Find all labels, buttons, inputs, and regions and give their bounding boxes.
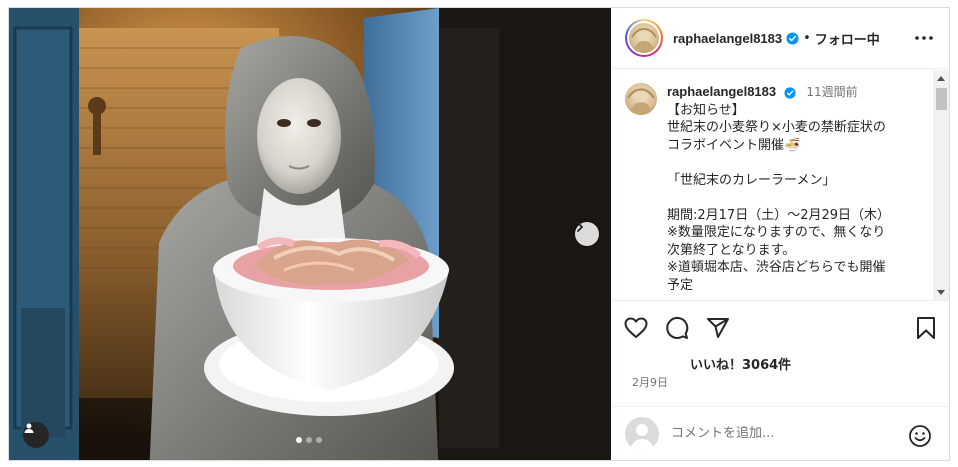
caption-line: 世紀末の小麦祭り×小麦の禁断症状の xyxy=(667,120,886,135)
bookmark-icon xyxy=(917,317,935,339)
more-options-button[interactable] xyxy=(912,28,936,48)
chevron-right-icon xyxy=(577,222,583,232)
likes-count[interactable]: いいね！3064件 xyxy=(690,354,791,373)
post-caption: raphaelangel8183 11週間前 【お知らせ】 世紀末の小麦祭り×小… xyxy=(625,83,925,294)
caption-line: 期間:2月17日（土）～2月29日（木） xyxy=(667,207,891,223)
post-side-panel: raphaelangel8183 • フォロー中 raphaelangel818… xyxy=(612,8,949,460)
tagged-users-button[interactable] xyxy=(23,422,49,448)
scrollbar-thumb[interactable] xyxy=(936,88,947,110)
save-button[interactable] xyxy=(912,314,940,342)
share-button[interactable] xyxy=(704,314,732,342)
post-date[interactable]: 2月9日 xyxy=(632,374,668,390)
caption-timestamp[interactable]: 11週間前 xyxy=(806,85,857,99)
post-photo[interactable] xyxy=(9,8,611,460)
header-separator: • xyxy=(803,30,811,46)
author-avatar[interactable] xyxy=(625,19,663,57)
avatar-image xyxy=(631,27,657,53)
following-button[interactable]: フォロー中 xyxy=(815,29,880,48)
add-comment-bar xyxy=(612,406,949,460)
comments-section: raphaelangel8183 11週間前 【お知らせ】 世紀末の小麦祭り×小… xyxy=(612,70,949,301)
user-tag-icon xyxy=(24,423,34,433)
caption-line: 「世紀末のカレーラーメン」 xyxy=(667,172,836,188)
caption-line: 【お知らせ】 xyxy=(667,102,745,118)
scroll-down-arrow-icon[interactable] xyxy=(937,290,945,295)
verified-badge-icon xyxy=(786,31,799,45)
caption-line: 次第終了となります。 xyxy=(667,242,796,258)
caption-body: raphaelangel8183 11週間前 【お知らせ】 世紀末の小麦祭り×小… xyxy=(667,83,890,294)
avatar-image xyxy=(627,88,655,115)
more-horizontal-icon xyxy=(915,36,933,40)
comment-input[interactable] xyxy=(671,426,891,441)
comment-button[interactable] xyxy=(663,314,691,342)
caption-username[interactable]: raphaelangel8183 xyxy=(667,84,776,99)
caption-line: コラボイベント開催🍜 xyxy=(667,137,801,153)
emoji-button[interactable] xyxy=(908,424,932,448)
comments-scrollbar[interactable] xyxy=(933,70,949,300)
heart-icon xyxy=(624,317,648,338)
photo-illustration xyxy=(9,8,611,460)
comment-icon xyxy=(666,317,689,339)
caption-avatar[interactable] xyxy=(625,83,657,115)
current-user-avatar xyxy=(625,416,659,451)
post-actions xyxy=(612,308,949,348)
post-header: raphaelangel8183 • フォロー中 xyxy=(612,8,949,69)
carousel-dot xyxy=(306,437,312,443)
carousel-dot-active xyxy=(296,437,302,443)
caption-line: 予定 xyxy=(667,277,694,293)
author-username[interactable]: raphaelangel8183 xyxy=(673,31,782,46)
emoji-icon xyxy=(909,425,931,447)
share-icon xyxy=(707,318,729,338)
caption-line: ※道頓堀本店、渋谷店どちらでも開催 xyxy=(667,260,886,275)
caption-line: ※数量限定になりますので、無くなり xyxy=(667,225,886,240)
carousel-indicator xyxy=(296,437,322,443)
default-avatar-icon xyxy=(630,423,654,451)
carousel-next-button[interactable] xyxy=(575,222,599,246)
scroll-up-arrow-icon[interactable] xyxy=(937,76,945,81)
verified-badge-icon xyxy=(784,86,796,99)
post-frame: raphaelangel8183 • フォロー中 raphaelangel818… xyxy=(8,7,950,461)
like-button[interactable] xyxy=(622,314,650,342)
carousel-dot xyxy=(316,437,322,443)
